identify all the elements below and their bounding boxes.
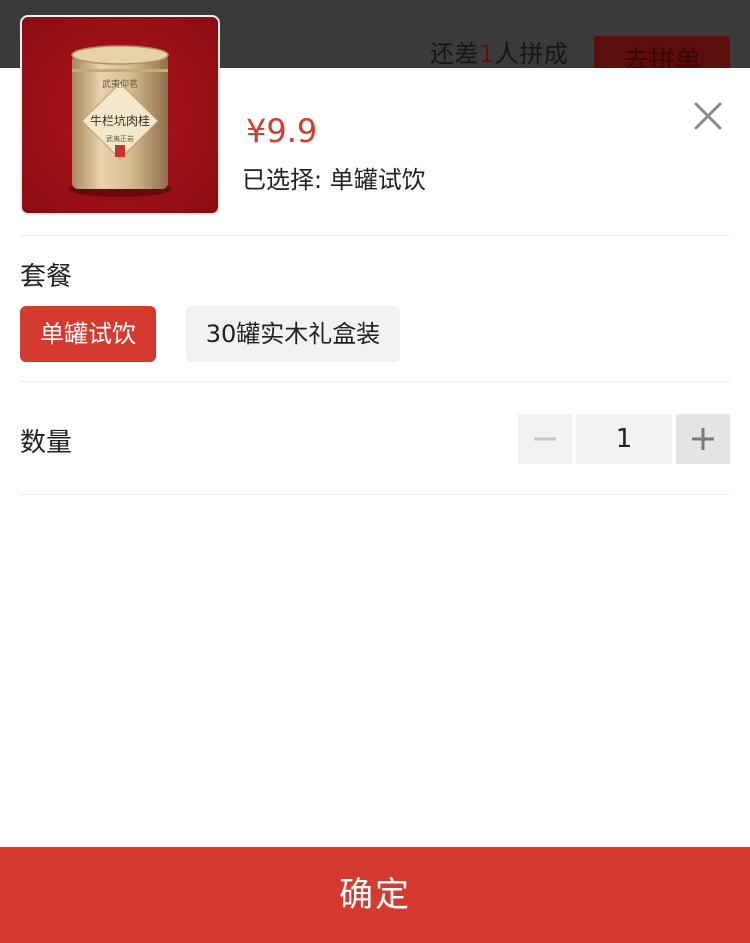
quantity-value[interactable]: 1 — [576, 414, 672, 464]
header-divider — [20, 235, 730, 236]
package-section-label: 套餐 — [20, 262, 73, 292]
close-icon — [694, 102, 722, 130]
selected-summary: 已选择: 单罐试饮 — [242, 166, 426, 194]
package-option-single-can[interactable]: 单罐试饮 — [20, 306, 156, 362]
product-thumbnail: 武夷仰茗 牛栏坑肉桂 武夷正岩 — [20, 15, 220, 215]
package-divider — [20, 381, 730, 382]
group-status-prefix: 还差 — [430, 40, 479, 68]
tea-can-image: 武夷仰茗 牛栏坑肉桂 武夷正岩 — [22, 17, 218, 213]
group-status-text: 还差1人拼成 — [430, 34, 568, 68]
join-group-button: 去拼单 — [594, 36, 730, 68]
group-status-suffix: 人拼成 — [494, 40, 569, 68]
quantity-section-label: 数量 — [20, 428, 73, 458]
quantity-decrease-button[interactable] — [518, 414, 572, 464]
svg-text:牛栏坑肉桂: 牛栏坑肉桂 — [90, 113, 150, 128]
close-button[interactable] — [690, 98, 726, 134]
svg-text:武夷正岩: 武夷正岩 — [106, 134, 134, 143]
quantity-divider — [20, 494, 730, 495]
price-label: ¥9.9 — [246, 112, 318, 150]
confirm-button[interactable]: 确定 — [0, 847, 750, 943]
group-status-number: 1 — [479, 40, 495, 68]
sku-selection-sheet: 武夷仰茗 牛栏坑肉桂 武夷正岩 ¥9.9 已选择: 单罐试饮 套餐 单罐试饮 3… — [0, 15, 750, 943]
minus-icon — [534, 437, 556, 441]
package-option-gift-box[interactable]: 30罐实木礼盒装 — [186, 306, 400, 362]
svg-text:武夷仰茗: 武夷仰茗 — [102, 78, 138, 90]
quantity-increase-button[interactable] — [676, 414, 730, 464]
plus-icon — [692, 428, 714, 450]
